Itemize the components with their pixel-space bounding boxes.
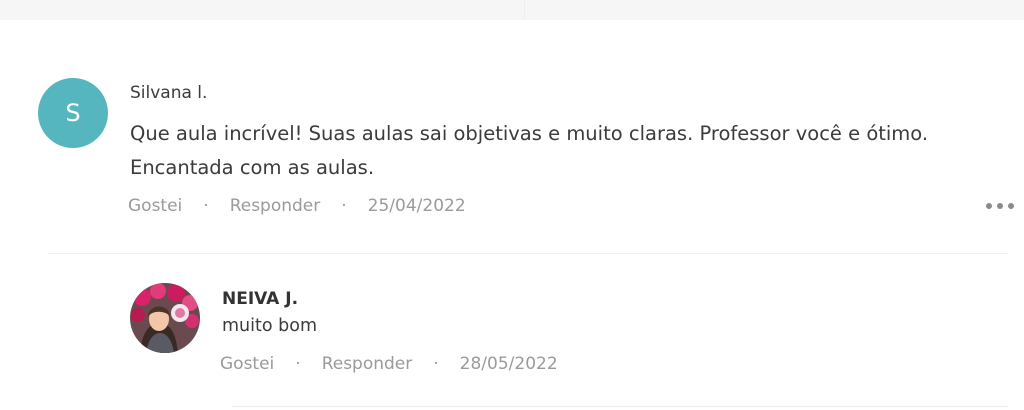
avatar: S: [38, 78, 108, 148]
separator-dot: ·: [295, 354, 301, 374]
more-dot: [997, 203, 1003, 209]
separator-dot: ·: [203, 196, 209, 216]
more-options-icon[interactable]: [986, 198, 1014, 214]
reply-date: 28/05/2022: [459, 354, 558, 374]
separator-dot: ·: [433, 354, 439, 374]
avatar: [130, 283, 200, 353]
comment-date: 25/04/2022: [367, 196, 466, 216]
comment-actions: Gostei · Responder · 25/04/2022: [128, 196, 466, 216]
reply-button[interactable]: Responder: [230, 196, 321, 216]
top-bar: [0, 0, 1024, 20]
avatar-photo: [130, 283, 200, 353]
comment-text: Que aula incrível! Suas aulas sai objeti…: [130, 122, 929, 179]
reply-text: muito bom: [222, 316, 317, 336]
top-bar-divider: [524, 0, 525, 20]
like-button[interactable]: Gostei: [220, 354, 274, 374]
like-button[interactable]: Gostei: [128, 196, 182, 216]
more-dot: [986, 203, 992, 209]
reply-actions: Gostei · Responder · 28/05/2022: [220, 354, 558, 374]
avatar-initial: S: [65, 99, 81, 127]
reply-button[interactable]: Responder: [322, 354, 413, 374]
reply-author[interactable]: NEIVA J.: [222, 289, 298, 309]
more-dot: [1008, 203, 1014, 209]
comment-author[interactable]: Silvana l.: [130, 83, 207, 103]
comment-divider: [48, 253, 1008, 254]
reply-divider: [232, 406, 1008, 407]
separator-dot: ·: [341, 196, 347, 216]
